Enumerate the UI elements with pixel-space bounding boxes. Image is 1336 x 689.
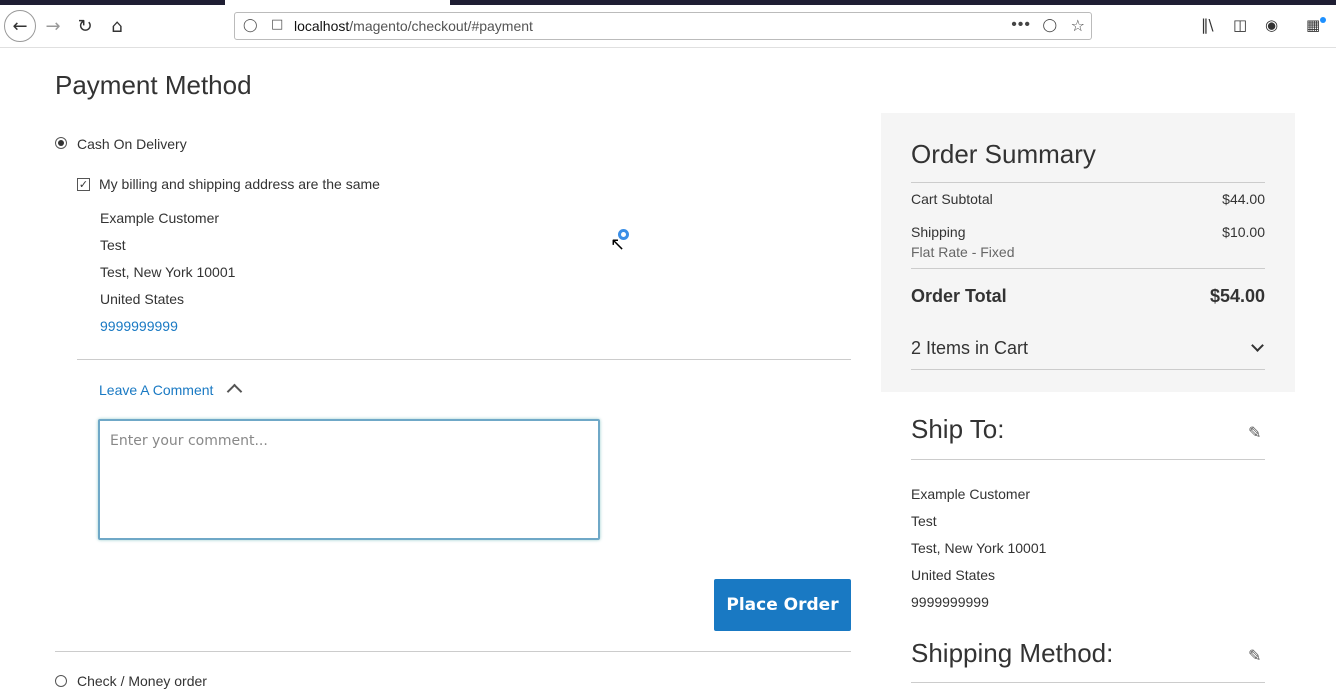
payment-radio-cod[interactable] bbox=[55, 137, 67, 149]
forward-icon[interactable]: → bbox=[38, 11, 68, 41]
place-order-button[interactable]: Place Order bbox=[714, 579, 851, 631]
ship-country: United States bbox=[911, 567, 996, 583]
billing-city: Test, New York 10001 bbox=[100, 264, 236, 280]
notification-dot bbox=[1320, 17, 1326, 23]
edit-shipping-method-pencil-icon[interactable]: ✎ bbox=[1248, 646, 1261, 665]
edit-ship-to-pencil-icon[interactable]: ✎ bbox=[1248, 423, 1261, 442]
billing-street: Test bbox=[100, 237, 126, 253]
loading-spinner-icon bbox=[618, 229, 629, 240]
leave-comment-toggle[interactable]: Leave A Comment bbox=[99, 382, 213, 398]
shipping-method-text: Flat Rate - Fixed bbox=[911, 244, 1015, 260]
shipping-value: $10.00 bbox=[1222, 224, 1265, 240]
same-address-checkbox[interactable]: ✓ bbox=[77, 178, 90, 191]
page-title: Payment Method bbox=[55, 70, 252, 100]
shipping-method-title: Shipping Method: bbox=[911, 638, 1114, 668]
shield-icon[interactable]: ◯ bbox=[243, 18, 258, 33]
url-host: localhost bbox=[294, 18, 350, 34]
subtotal-label: Cart Subtotal bbox=[911, 191, 993, 207]
url-path: /magento/checkout/#payment bbox=[349, 18, 533, 34]
ship-phone-link[interactable]: 9999999999 bbox=[911, 594, 989, 610]
more-icon[interactable]: ••• bbox=[1011, 16, 1031, 34]
star-icon[interactable]: ☆ bbox=[1071, 16, 1085, 35]
back-icon[interactable]: ← bbox=[4, 10, 36, 42]
divider bbox=[55, 651, 851, 652]
order-total-label: Order Total bbox=[911, 286, 1007, 306]
ship-street: Test bbox=[911, 513, 937, 529]
order-total-value: $54.00 bbox=[1209, 286, 1265, 306]
payment-label-cod[interactable]: Cash On Delivery bbox=[77, 136, 187, 152]
shipping-label: Shipping bbox=[911, 224, 966, 240]
divider bbox=[911, 182, 1265, 183]
comment-input[interactable] bbox=[98, 419, 600, 540]
divider bbox=[911, 682, 1265, 683]
billing-name: Example Customer bbox=[100, 210, 220, 226]
divider bbox=[77, 359, 851, 360]
extensions-icon[interactable]: ▦ bbox=[1306, 16, 1320, 34]
payment-radio-check[interactable] bbox=[55, 675, 67, 687]
subtotal-value: $44.00 bbox=[1222, 191, 1265, 207]
pocket-icon[interactable]: ◯ bbox=[1042, 18, 1057, 33]
items-in-cart-toggle[interactable]: 2 Items in Cart bbox=[911, 338, 1028, 359]
billing-country: United States bbox=[100, 291, 185, 307]
sidebar-icon[interactable]: ◫ bbox=[1233, 16, 1247, 34]
divider bbox=[911, 369, 1265, 370]
payment-label-check[interactable]: Check / Money order bbox=[77, 673, 207, 689]
chevron-up-icon[interactable] bbox=[226, 383, 243, 400]
reload-icon[interactable]: ↻ bbox=[70, 11, 100, 41]
divider bbox=[911, 459, 1265, 460]
home-icon[interactable]: ⌂ bbox=[102, 11, 132, 41]
library-icon[interactable]: ‖\ bbox=[1201, 16, 1214, 34]
ship-name: Example Customer bbox=[911, 486, 1031, 502]
order-summary-title: Order Summary bbox=[911, 139, 1096, 169]
url-bar[interactable]: ◯ □ localhost/magento/checkout/#payment … bbox=[234, 12, 1092, 40]
browser-toolbar: ← → ↻ ⌂ ◯ □ localhost/magento/checkout/#… bbox=[0, 5, 1336, 48]
ship-city: Test, New York 10001 bbox=[911, 540, 1047, 556]
url-text[interactable]: localhost/magento/checkout/#payment bbox=[294, 18, 533, 34]
ship-to-title: Ship To: bbox=[911, 414, 1005, 444]
billing-phone-link[interactable]: 9999999999 bbox=[100, 318, 178, 334]
page-icon[interactable]: □ bbox=[271, 17, 283, 32]
divider bbox=[911, 268, 1265, 269]
account-icon[interactable]: ◉ bbox=[1265, 16, 1278, 34]
same-address-label[interactable]: My billing and shipping address are the … bbox=[99, 176, 380, 192]
